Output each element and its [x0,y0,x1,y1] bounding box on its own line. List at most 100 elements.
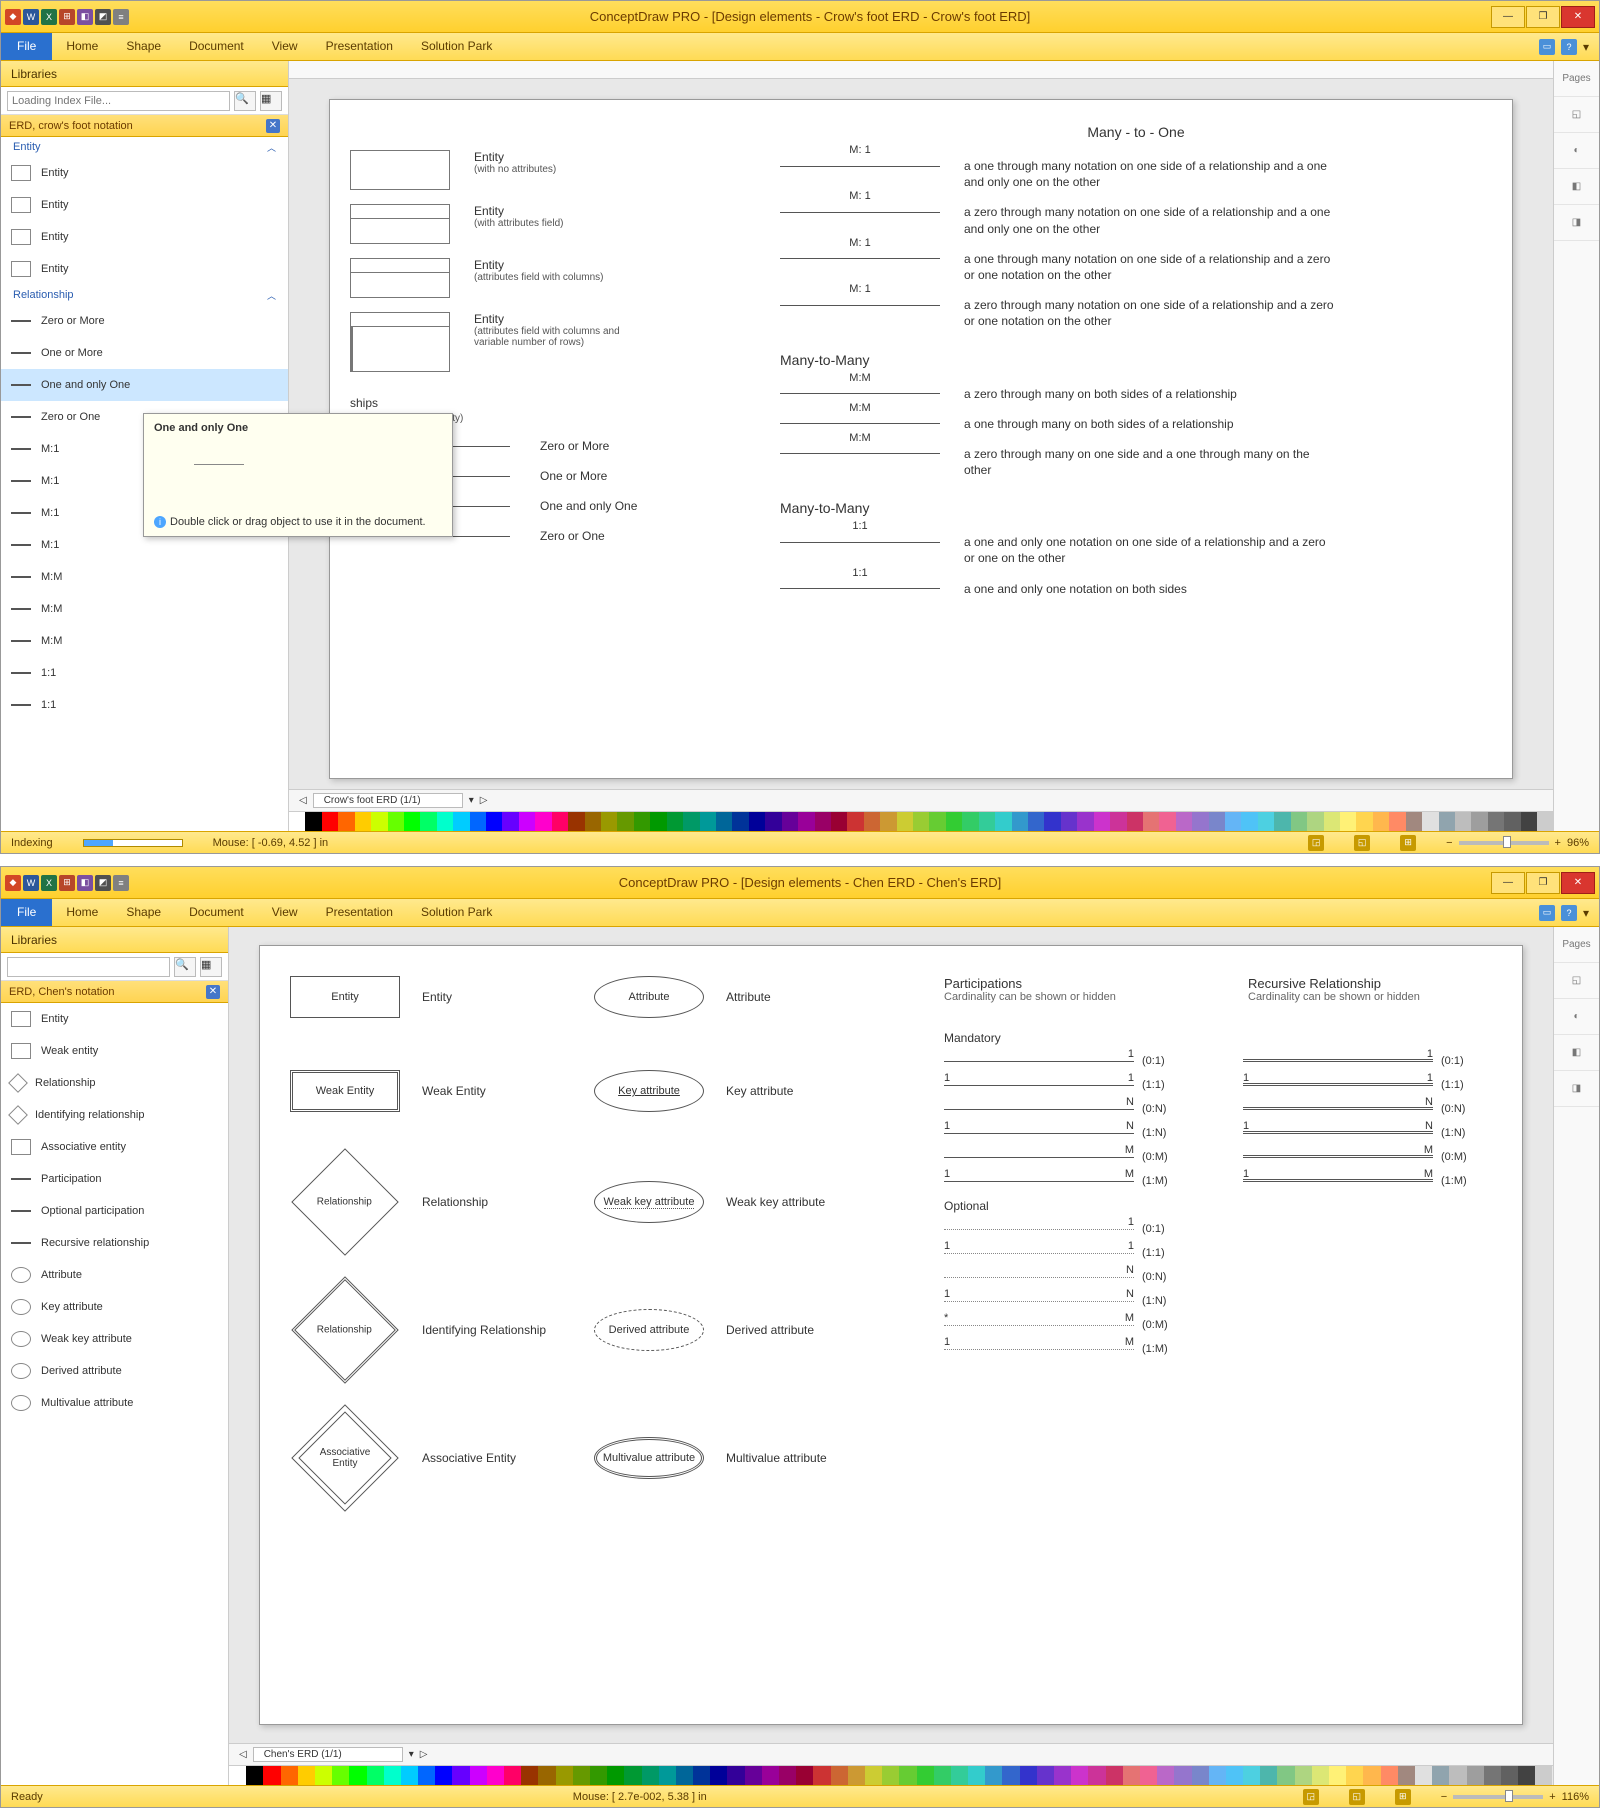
color-swatch[interactable] [1157,1766,1174,1785]
color-swatch[interactable] [401,1766,418,1785]
color-swatch[interactable] [420,812,436,831]
color-swatch[interactable] [1176,812,1192,831]
color-swatch[interactable] [585,812,601,831]
color-palette-2[interactable] [229,1765,1553,1785]
color-swatch[interactable] [796,1766,813,1785]
page-dropdown-icon[interactable]: ▾ [469,795,474,806]
color-swatch[interactable] [404,812,420,831]
color-swatch[interactable] [1037,1766,1054,1785]
color-swatch[interactable] [246,1766,263,1785]
page-prev-button-2[interactable]: ◁ [239,1749,247,1760]
collapse-ribbon-icon-2[interactable]: ▾ [1583,906,1589,920]
library-tool-button[interactable]: ▦ [260,91,282,111]
color-swatch[interactable] [371,812,387,831]
color-swatch[interactable] [1488,812,1504,831]
color-swatch[interactable] [1140,1766,1157,1785]
color-swatch[interactable] [727,1766,744,1785]
side-tool-3b[interactable]: ◧ [1554,1035,1599,1071]
color-swatch[interactable] [590,1766,607,1785]
status-tool-2b[interactable]: ◱ [1349,1789,1365,1805]
color-swatch[interactable] [917,1766,934,1785]
library-item-chen[interactable]: Weak key attribute [1,1323,228,1355]
color-swatch[interactable] [929,812,945,831]
side-tool-1[interactable]: ◱ [1554,97,1599,133]
library-item-relationship[interactable]: 1:1 [1,657,288,689]
library-search-input-2[interactable] [7,957,170,977]
document-canvas-2[interactable]: EntityEntityAttributeAttributeWeak Entit… [259,945,1523,1725]
menu-solution-park[interactable]: Solution Park [407,33,506,60]
page-dropdown-icon-2[interactable]: ▾ [409,1749,414,1760]
color-swatch[interactable] [1225,812,1241,831]
menu-home-2[interactable]: Home [52,899,112,926]
library-item-relationship[interactable]: M:M [1,625,288,657]
color-swatch[interactable] [1381,1766,1398,1785]
color-swatch[interactable] [813,1766,830,1785]
color-swatch[interactable] [388,812,404,831]
library-item-relationship[interactable]: M:M [1,593,288,625]
color-swatch[interactable] [831,1766,848,1785]
color-swatch[interactable] [693,1766,710,1785]
color-swatch[interactable] [1127,812,1143,831]
color-swatch[interactable] [1226,1766,1243,1785]
library-item-chen[interactable]: Recursive relationship [1,1227,228,1259]
color-swatch[interactable] [1209,1766,1226,1785]
color-swatch[interactable] [865,1766,882,1785]
close-button-2[interactable]: ✕ [1561,872,1595,894]
color-swatch[interactable] [1209,812,1225,831]
color-swatch[interactable] [897,812,913,831]
pages-panel-tab-2[interactable]: Pages [1554,927,1599,963]
color-swatch[interactable] [732,812,748,831]
status-tool-3b[interactable]: ⊞ [1395,1789,1411,1805]
library-item-chen[interactable]: Associative entity [1,1131,228,1163]
color-swatch[interactable] [535,812,551,831]
library-item-chen[interactable]: Weak entity [1,1035,228,1067]
color-swatch[interactable] [568,812,584,831]
menu-view[interactable]: View [258,33,312,60]
menu-presentation-2[interactable]: Presentation [312,899,407,926]
color-swatch[interactable] [338,812,354,831]
status-tool-3[interactable]: ⊞ [1400,835,1416,851]
menu-file[interactable]: File [1,33,52,60]
document-canvas[interactable]: Entity(with no attributes)Entity(with at… [329,99,1513,779]
color-swatch[interactable] [1363,1766,1380,1785]
color-swatch[interactable] [1054,1766,1071,1785]
library-item-chen[interactable]: Identifying relationship [1,1099,228,1131]
color-swatch[interactable] [716,812,732,831]
color-swatch[interactable] [315,1766,332,1785]
color-swatch[interactable] [798,812,814,831]
color-swatch[interactable] [470,812,486,831]
search-icon[interactable]: 🔍 [234,91,256,111]
color-swatch[interactable] [521,1766,538,1785]
color-swatch[interactable] [538,1766,555,1785]
color-swatch[interactable] [1406,812,1422,831]
page-tab-2[interactable]: Chen's ERD (1/1) [253,1747,403,1762]
color-swatch[interactable] [659,1766,676,1785]
minimize-button-2[interactable]: — [1491,872,1525,894]
color-swatch[interactable] [1455,812,1471,831]
library-item-chen[interactable]: Key attribute [1,1291,228,1323]
color-swatch[interactable] [1518,1766,1535,1785]
color-swatch[interactable] [1415,1766,1432,1785]
zoom-control-2[interactable]: − + 116% [1441,1791,1589,1803]
color-swatch[interactable] [1307,812,1323,831]
menu-shape-2[interactable]: Shape [112,899,175,926]
zoom-control[interactable]: − + 96% [1446,837,1589,849]
page-next-button-2[interactable]: ▷ [420,1749,428,1760]
color-swatch[interactable] [985,1766,1002,1785]
status-tool-2[interactable]: ◱ [1354,835,1370,851]
menu-document[interactable]: Document [175,33,258,60]
color-swatch[interactable] [749,812,765,831]
color-swatch[interactable] [762,1766,779,1785]
color-swatch[interactable] [700,812,716,831]
color-swatch[interactable] [298,1766,315,1785]
zoom-in-icon[interactable]: + [1555,837,1561,849]
library-item-chen[interactable]: Derived attribute [1,1355,228,1387]
color-swatch[interactable] [1192,812,1208,831]
color-swatch[interactable] [864,812,880,831]
color-swatch[interactable] [1295,1766,1312,1785]
library-item-entity[interactable]: Entity [1,189,288,221]
color-swatch[interactable] [642,1766,659,1785]
close-section-icon-2[interactable]: ✕ [206,985,220,999]
side-tool-4b[interactable]: ◨ [1554,1071,1599,1107]
color-swatch[interactable] [979,812,995,831]
